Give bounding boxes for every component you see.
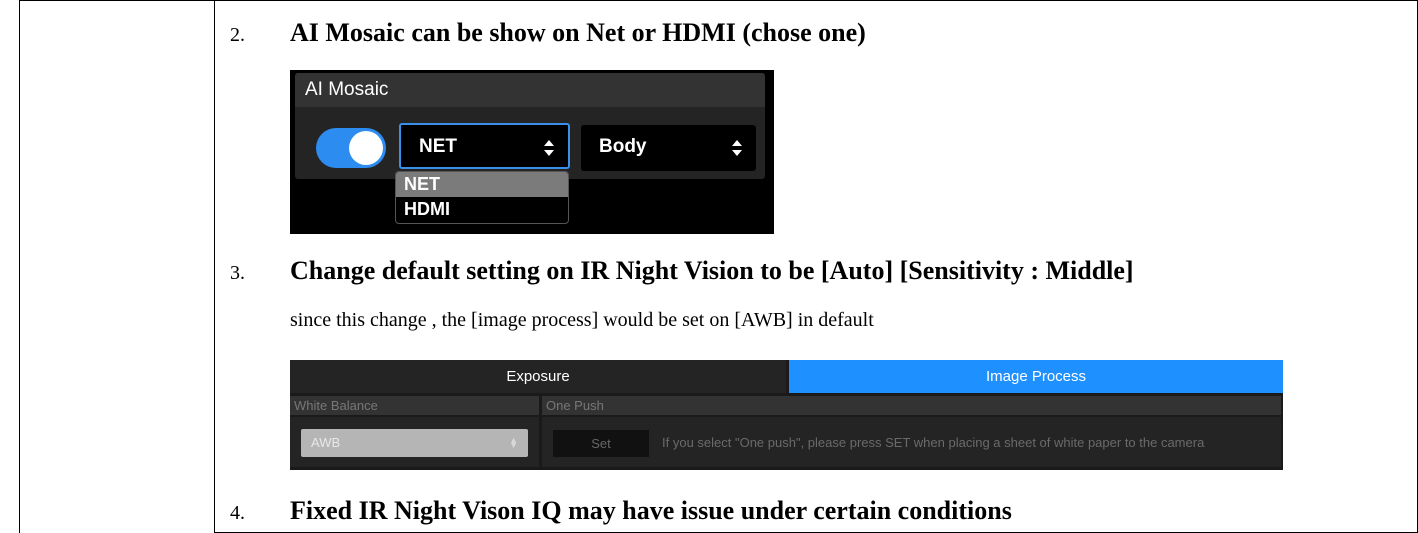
target-select[interactable]: Body bbox=[581, 125, 756, 171]
output-select-value: NET bbox=[419, 136, 457, 157]
tab-exposure[interactable]: Exposure bbox=[290, 360, 786, 393]
dropdown-option-hdmi[interactable]: HDMI bbox=[396, 197, 568, 222]
ai-mosaic-screenshot: AI Mosaic NET Body NET HDMI bbox=[290, 70, 774, 234]
column-divider bbox=[214, 0, 215, 533]
dropdown-option-net[interactable]: NET bbox=[396, 172, 568, 197]
item-heading: Change default setting on IR Night Visio… bbox=[290, 256, 1134, 285]
item-heading: AI Mosaic can be show on Net or HDMI (ch… bbox=[290, 18, 866, 47]
tab-image-process[interactable]: Image Process bbox=[789, 360, 1283, 393]
item-number: 2. bbox=[230, 24, 245, 46]
target-select-value: Body bbox=[599, 136, 647, 157]
output-dropdown-menu: NET HDMI bbox=[395, 171, 569, 224]
item-number: 3. bbox=[230, 262, 245, 284]
ai-mosaic-card: AI Mosaic NET Body bbox=[295, 73, 765, 179]
white-balance-select[interactable]: AWB ▲ ▼ bbox=[301, 429, 528, 457]
sort-caret-icon: ▲ ▼ bbox=[509, 435, 518, 450]
output-select[interactable]: NET bbox=[399, 123, 570, 169]
ai-mosaic-toggle[interactable] bbox=[316, 128, 386, 168]
sort-caret-icon bbox=[544, 140, 554, 156]
image-settings-screenshot: Exposure Image Process White Balance One… bbox=[290, 360, 1283, 470]
white-balance-label: White Balance bbox=[290, 396, 539, 415]
one-push-label: One Push bbox=[542, 396, 1281, 415]
item-number: 4. bbox=[230, 502, 245, 524]
set-button[interactable]: Set bbox=[553, 430, 649, 457]
item-heading: Fixed IR Night Vison IQ may have issue u… bbox=[290, 496, 1012, 525]
ai-mosaic-title: AI Mosaic bbox=[305, 79, 389, 100]
one-push-hint: If you select "One push", please press S… bbox=[662, 435, 1205, 450]
white-balance-value: AWB bbox=[311, 435, 341, 450]
sort-caret-icon bbox=[732, 140, 742, 156]
toggle-knob bbox=[349, 131, 383, 165]
ai-mosaic-header: AI Mosaic bbox=[295, 73, 765, 107]
item-note: since this change , the [image process] … bbox=[290, 309, 874, 331]
